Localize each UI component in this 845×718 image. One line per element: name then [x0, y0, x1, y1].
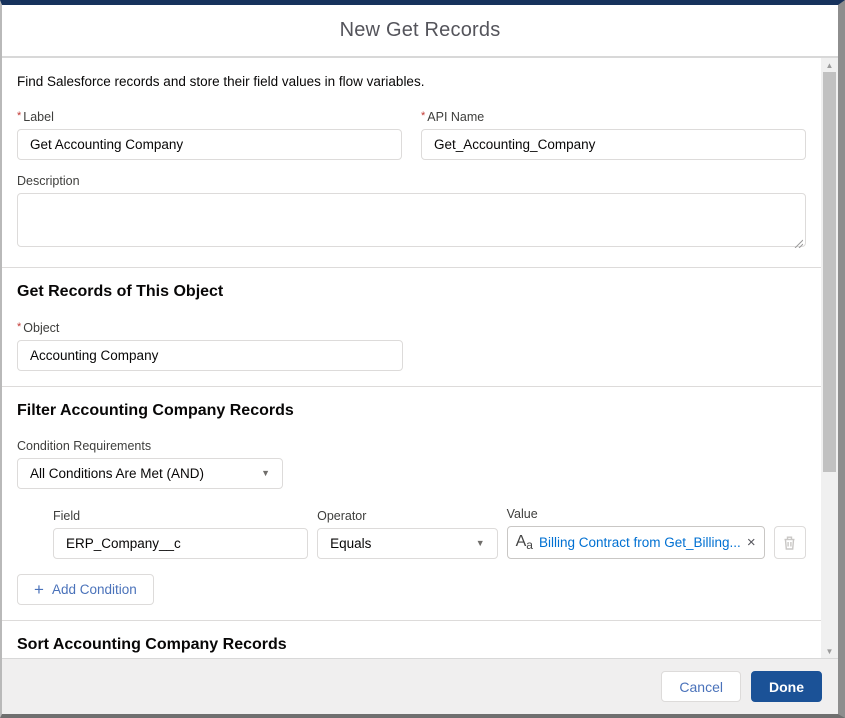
section-divider — [2, 386, 838, 387]
scroll-down-icon[interactable]: ▼ — [821, 644, 838, 658]
description-textarea[interactable] — [17, 193, 806, 247]
modal-title: New Get Records — [339, 19, 501, 41]
condition-requirements-label: Condition Requirements — [17, 439, 152, 453]
section-divider — [2, 620, 838, 621]
add-condition-button[interactable]: + Add Condition — [17, 574, 154, 605]
section-divider — [2, 267, 838, 268]
add-condition-label: Add Condition — [51, 582, 137, 597]
condition-value-label: Value — [506, 507, 538, 521]
modal-body: Find Salesforce records and store their … — [2, 58, 838, 658]
delete-condition-button[interactable] — [773, 526, 806, 559]
required-asterisk: * — [17, 321, 22, 333]
chevron-down-icon: ▼ — [475, 538, 485, 548]
sort-section-heading: Sort Accounting Company Records — [17, 636, 287, 653]
modal-footer: Cancel Done — [2, 658, 838, 714]
resize-handle[interactable] — [794, 239, 803, 248]
modal-header: New Get Records — [2, 5, 838, 58]
cancel-button[interactable]: Cancel — [661, 671, 741, 702]
done-button[interactable]: Done — [751, 671, 822, 702]
scrollbar[interactable]: ▲ ▼ — [821, 58, 838, 658]
condition-requirements-value: All Conditions Are Met (AND) — [30, 466, 205, 481]
condition-value-pill[interactable]: Aa Billing Contract from Get_Billing... … — [506, 526, 765, 559]
condition-value-text: Billing Contract from Get_Billing... — [538, 535, 741, 550]
condition-field-label: Field — [53, 509, 81, 523]
object-field-label: * Object — [17, 321, 60, 335]
text-type-icon: Aa — [515, 533, 533, 552]
trash-icon — [784, 536, 795, 550]
condition-row: Field Operator Equals ▼ Value Aa Billing… — [53, 507, 806, 559]
condition-operator-label: Operator — [317, 509, 367, 523]
object-input[interactable] — [17, 340, 403, 371]
required-asterisk: * — [17, 110, 22, 122]
condition-field-input[interactable] — [53, 528, 309, 559]
chevron-down-icon: ▼ — [261, 468, 270, 478]
modal-intro-text: Find Salesforce records and store their … — [17, 74, 425, 89]
condition-operator-value: Equals — [330, 536, 372, 551]
condition-requirements-select[interactable]: All Conditions Are Met (AND) ▼ — [17, 458, 283, 489]
scrollbar-thumb[interactable] — [823, 72, 836, 472]
scroll-up-icon[interactable]: ▲ — [821, 58, 838, 72]
api-name-field-label: * API Name — [421, 110, 485, 124]
api-name-input[interactable] — [421, 129, 806, 160]
condition-operator-select[interactable]: Equals ▼ — [317, 528, 498, 559]
scrollbar-track[interactable] — [821, 72, 838, 644]
label-input[interactable] — [17, 129, 402, 160]
label-field-label: * Label — [17, 110, 54, 124]
new-get-records-modal: New Get Records Find Salesforce records … — [0, 0, 845, 718]
plus-icon: + — [34, 580, 44, 599]
close-icon[interactable]: × — [747, 534, 756, 551]
object-section-heading: Get Records of This Object — [17, 283, 224, 300]
description-field-label: Description — [17, 174, 80, 188]
required-asterisk: * — [421, 110, 426, 122]
filter-section-heading: Filter Accounting Company Records — [17, 402, 294, 419]
